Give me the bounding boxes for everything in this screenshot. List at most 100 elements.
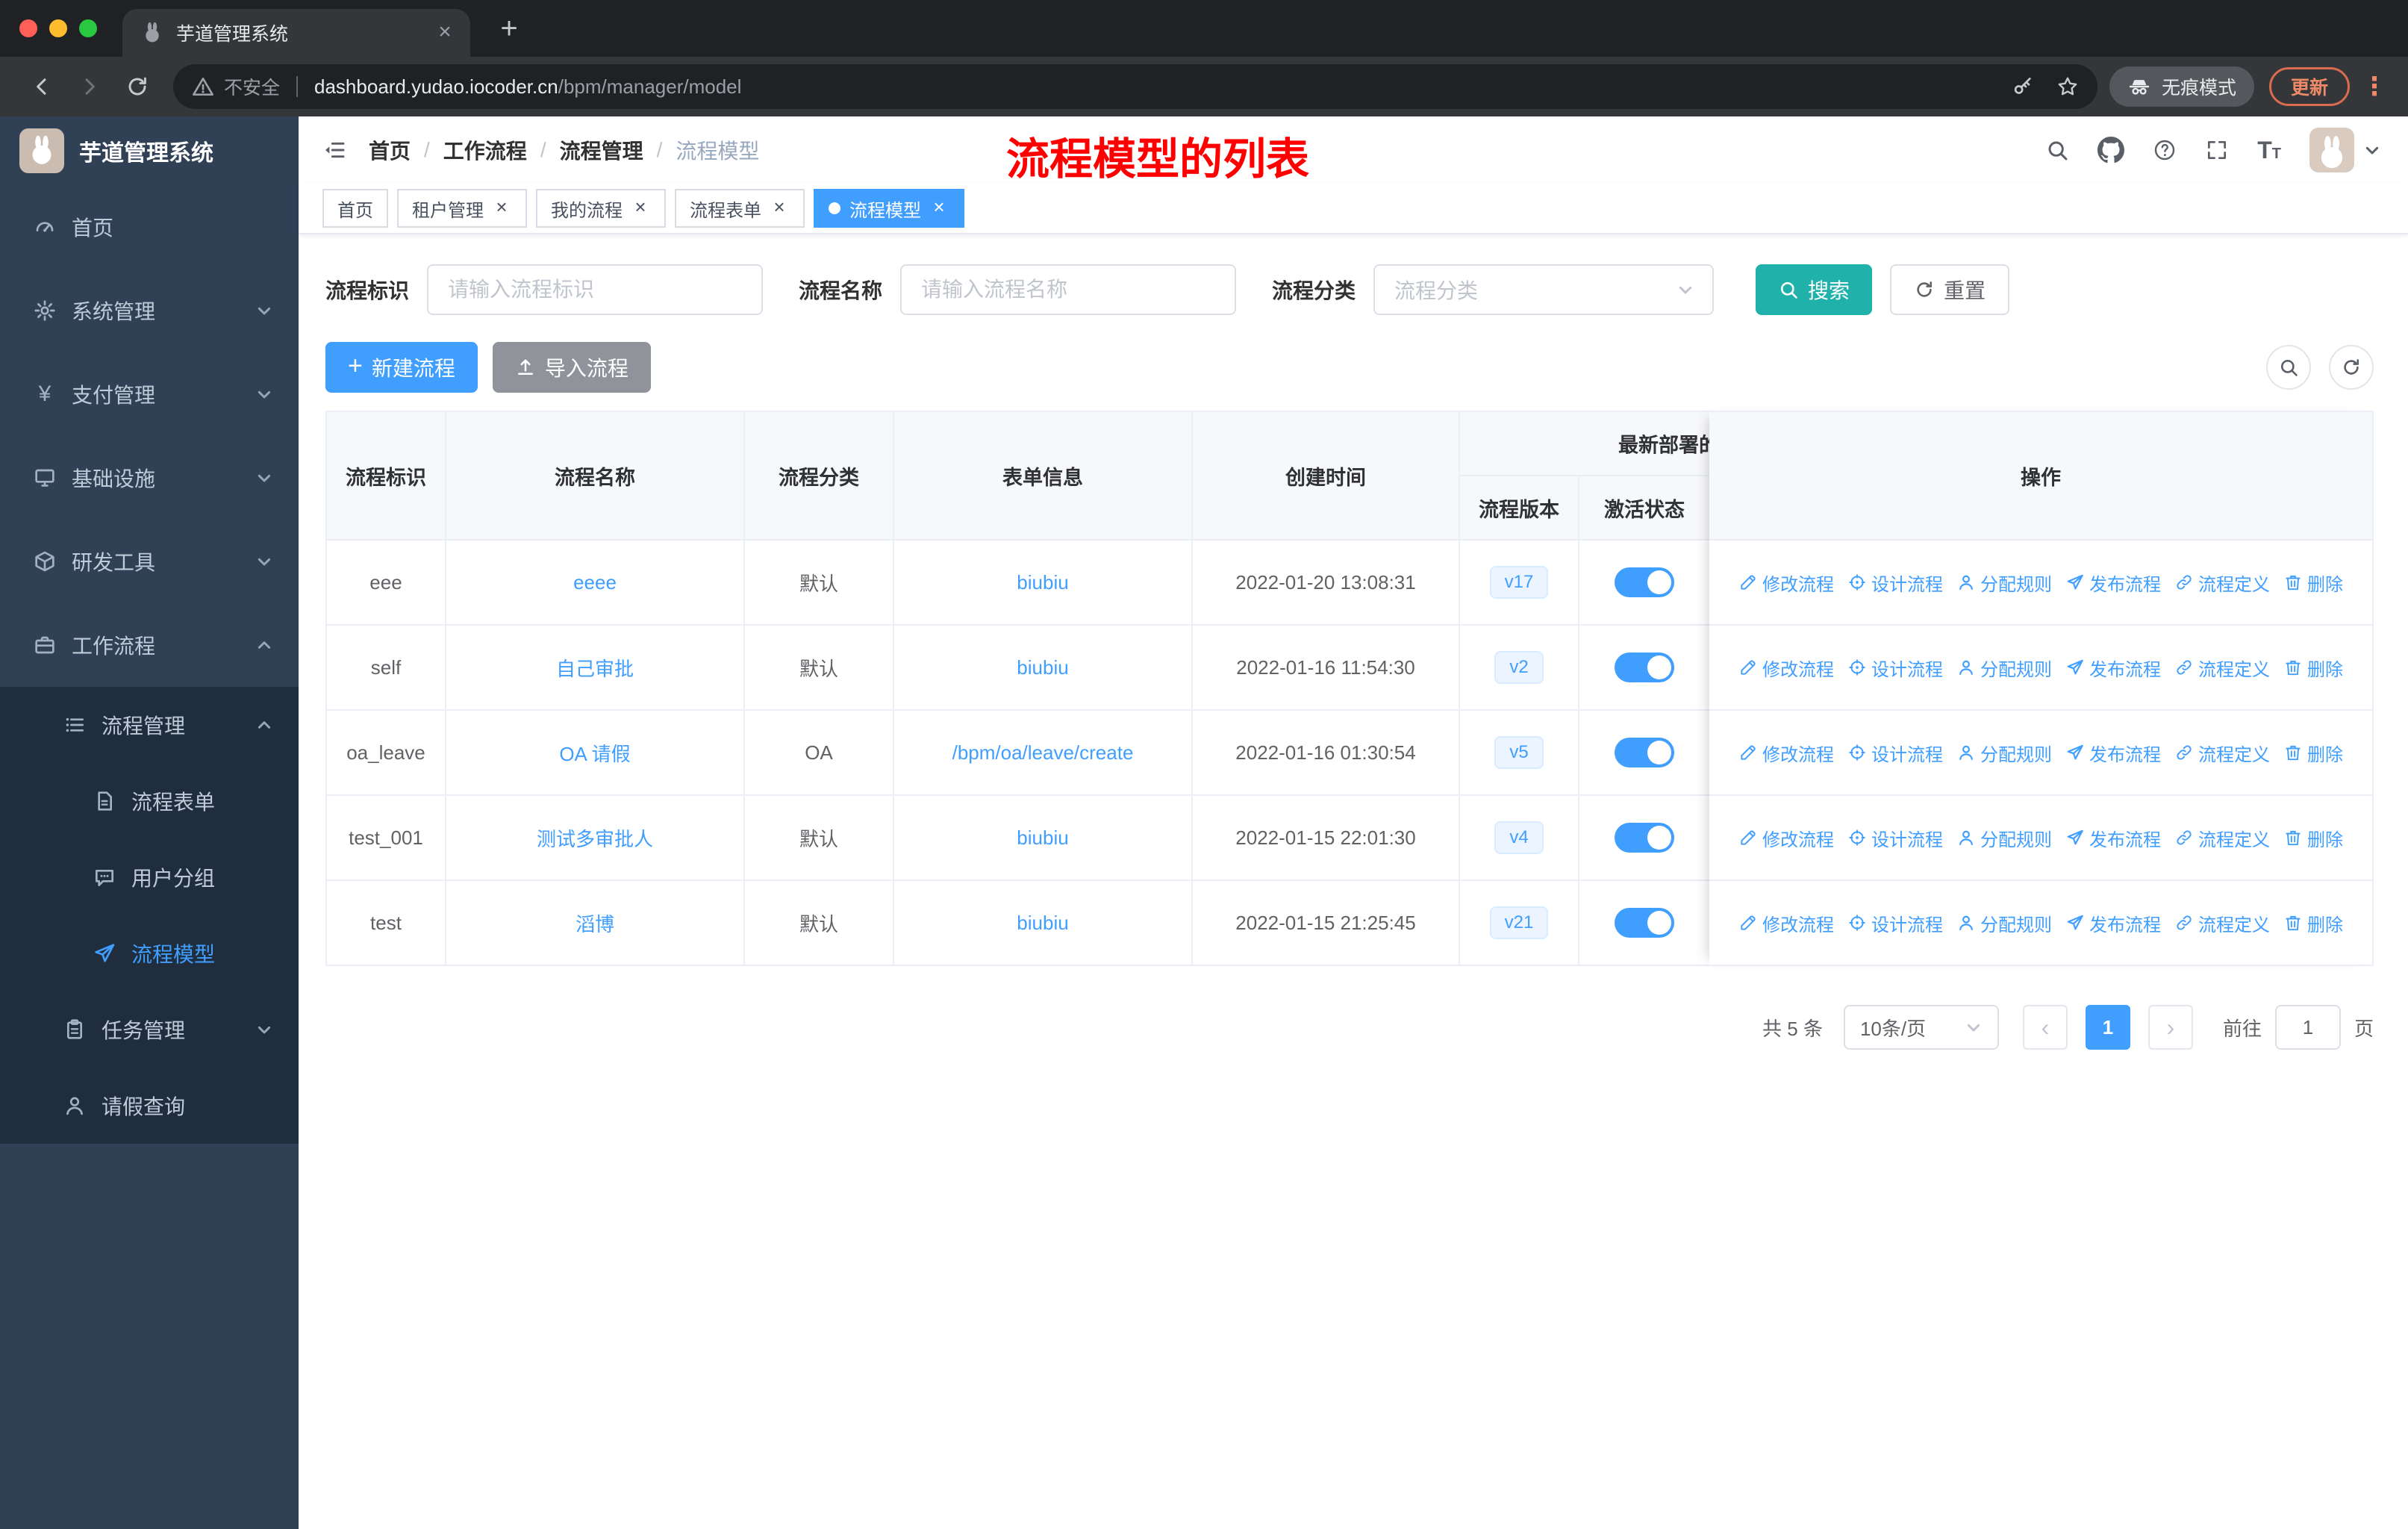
toggle-search-button[interactable] bbox=[2266, 345, 2311, 390]
sidebar-toggle-icon[interactable] bbox=[322, 138, 346, 162]
active-toggle[interactable] bbox=[1615, 908, 1674, 938]
tag-process-model[interactable]: 流程模型 × bbox=[814, 189, 964, 228]
design-process-link[interactable]: 设计流程 bbox=[1847, 910, 1943, 936]
page-size-select[interactable]: 10条/页 bbox=[1843, 1005, 1999, 1050]
process-name-link[interactable]: 滔博 bbox=[576, 909, 614, 937]
process-definition-link[interactable]: 流程定义 bbox=[2174, 570, 2270, 596]
form-info-link[interactable]: biubiu bbox=[1017, 826, 1068, 850]
process-definition-link[interactable]: 流程定义 bbox=[2174, 740, 2270, 766]
window-close-button[interactable] bbox=[19, 19, 37, 37]
process-definition-link[interactable]: 流程定义 bbox=[2174, 655, 2270, 681]
window-zoom-button[interactable] bbox=[79, 19, 97, 37]
delete-process-link[interactable]: 删除 bbox=[2283, 825, 2343, 851]
assign-rule-link[interactable]: 分配规则 bbox=[1956, 910, 2052, 936]
delete-process-link[interactable]: 删除 bbox=[2283, 570, 2343, 596]
active-toggle[interactable] bbox=[1615, 653, 1674, 682]
browser-tab[interactable]: 芋道管理系统 × bbox=[122, 9, 470, 57]
publish-process-link[interactable]: 发布流程 bbox=[2065, 740, 2161, 766]
reset-button[interactable]: 重置 bbox=[1890, 264, 2010, 315]
user-menu[interactable] bbox=[2309, 128, 2384, 172]
delete-process-link[interactable]: 删除 bbox=[2283, 655, 2343, 681]
design-process-link[interactable]: 设计流程 bbox=[1847, 825, 1943, 851]
import-process-button[interactable]: 导入流程 bbox=[492, 342, 651, 393]
tab-close-icon[interactable]: × bbox=[431, 19, 458, 46]
create-process-button[interactable]: + 新建流程 bbox=[325, 342, 478, 393]
sidebar-item-leave-query[interactable]: 请假查询 bbox=[0, 1068, 299, 1144]
active-toggle[interactable] bbox=[1615, 738, 1674, 767]
back-icon[interactable] bbox=[30, 75, 54, 99]
form-info-link[interactable]: /bpm/oa/leave/create bbox=[952, 741, 1134, 764]
edit-process-link[interactable]: 修改流程 bbox=[1738, 655, 1834, 681]
delete-process-link[interactable]: 删除 bbox=[2283, 910, 2343, 936]
tag-close-icon[interactable]: × bbox=[491, 197, 512, 219]
sidebar-item-payment[interactable]: ¥ 支付管理 bbox=[0, 352, 299, 436]
search-icon[interactable] bbox=[2045, 138, 2069, 162]
font-size-icon[interactable]: TT bbox=[2257, 138, 2281, 162]
password-key-icon[interactable] bbox=[2011, 75, 2035, 99]
form-info-link[interactable]: biubiu bbox=[1017, 912, 1068, 935]
update-button[interactable]: 更新 bbox=[2268, 67, 2350, 106]
design-process-link[interactable]: 设计流程 bbox=[1847, 655, 1943, 681]
process-name-link[interactable]: 测试多审批人 bbox=[537, 824, 653, 852]
breadcrumb-item-home[interactable]: 首页 bbox=[369, 135, 411, 165]
tag-close-icon[interactable]: × bbox=[630, 197, 651, 219]
publish-process-link[interactable]: 发布流程 bbox=[2065, 655, 2161, 681]
filter-id-input[interactable] bbox=[427, 264, 764, 315]
sidebar-item-process-form[interactable]: 流程表单 bbox=[0, 763, 299, 839]
help-icon[interactable] bbox=[2153, 138, 2177, 162]
browser-menu-icon[interactable]: ⋮ bbox=[2362, 72, 2387, 102]
process-name-link[interactable]: OA 请假 bbox=[559, 739, 630, 767]
process-name-link[interactable]: eeee bbox=[573, 571, 617, 594]
window-minimize-button[interactable] bbox=[49, 19, 67, 37]
edit-process-link[interactable]: 修改流程 bbox=[1738, 570, 1834, 596]
design-process-link[interactable]: 设计流程 bbox=[1847, 570, 1943, 596]
sidebar-item-devtools[interactable]: 研发工具 bbox=[0, 520, 299, 603]
assign-rule-link[interactable]: 分配规则 bbox=[1956, 570, 2052, 596]
sidebar-item-task-manage[interactable]: 任务管理 bbox=[0, 991, 299, 1068]
tag-home[interactable]: 首页 bbox=[322, 189, 388, 228]
forward-icon[interactable] bbox=[78, 75, 102, 99]
publish-process-link[interactable]: 发布流程 bbox=[2065, 570, 2161, 596]
form-info-link[interactable]: biubiu bbox=[1017, 656, 1068, 679]
process-definition-link[interactable]: 流程定义 bbox=[2174, 825, 2270, 851]
publish-process-link[interactable]: 发布流程 bbox=[2065, 910, 2161, 936]
page-1-button[interactable]: 1 bbox=[2085, 1005, 2130, 1050]
sidebar-item-system[interactable]: 系统管理 bbox=[0, 269, 299, 352]
design-process-link[interactable]: 设计流程 bbox=[1847, 740, 1943, 766]
reload-icon[interactable] bbox=[125, 75, 149, 99]
breadcrumb-item-workflow[interactable]: 工作流程 bbox=[443, 135, 527, 165]
assign-rule-link[interactable]: 分配规则 bbox=[1956, 825, 2052, 851]
bookmark-star-icon[interactable] bbox=[2056, 75, 2080, 99]
process-name-link[interactable]: 自己审批 bbox=[556, 654, 634, 682]
active-toggle[interactable] bbox=[1615, 823, 1674, 853]
fullscreen-icon[interactable] bbox=[2205, 138, 2229, 162]
goto-page-input[interactable] bbox=[2274, 1005, 2341, 1050]
active-toggle[interactable] bbox=[1615, 567, 1674, 597]
assign-rule-link[interactable]: 分配规则 bbox=[1956, 655, 2052, 681]
tag-process-form[interactable]: 流程表单 × bbox=[675, 189, 805, 228]
tag-close-icon[interactable]: × bbox=[769, 197, 790, 219]
delete-process-link[interactable]: 删除 bbox=[2283, 740, 2343, 766]
filter-name-input[interactable] bbox=[900, 264, 1237, 315]
filter-category-select[interactable]: 流程分类 bbox=[1373, 264, 1715, 315]
search-button[interactable]: 搜索 bbox=[1756, 264, 1873, 315]
sidebar-item-process-manage[interactable]: 流程管理 bbox=[0, 687, 299, 763]
sidebar-item-home[interactable]: 首页 bbox=[0, 185, 299, 269]
sidebar-item-workflow[interactable]: 工作流程 bbox=[0, 603, 299, 687]
github-icon[interactable] bbox=[2097, 137, 2124, 164]
edit-process-link[interactable]: 修改流程 bbox=[1738, 825, 1834, 851]
tag-my-process[interactable]: 我的流程 × bbox=[536, 189, 666, 228]
assign-rule-link[interactable]: 分配规则 bbox=[1956, 740, 2052, 766]
new-tab-button[interactable]: + bbox=[490, 10, 528, 49]
publish-process-link[interactable]: 发布流程 bbox=[2065, 825, 2161, 851]
sidebar-item-process-model[interactable]: 流程模型 bbox=[0, 915, 299, 991]
sidebar-item-infrastructure[interactable]: 基础设施 bbox=[0, 436, 299, 520]
sidebar-item-user-group[interactable]: 用户分组 bbox=[0, 839, 299, 915]
edit-process-link[interactable]: 修改流程 bbox=[1738, 740, 1834, 766]
process-definition-link[interactable]: 流程定义 bbox=[2174, 910, 2270, 936]
tag-tenant-manage[interactable]: 租户管理 × bbox=[397, 189, 527, 228]
breadcrumb-item-process-manage[interactable]: 流程管理 bbox=[560, 135, 643, 165]
address-bar[interactable]: 不安全 dashboard.yudao.iocoder.cn/bpm/manag… bbox=[173, 64, 2097, 109]
refresh-table-button[interactable] bbox=[2329, 345, 2374, 390]
form-info-link[interactable]: biubiu bbox=[1017, 571, 1068, 594]
